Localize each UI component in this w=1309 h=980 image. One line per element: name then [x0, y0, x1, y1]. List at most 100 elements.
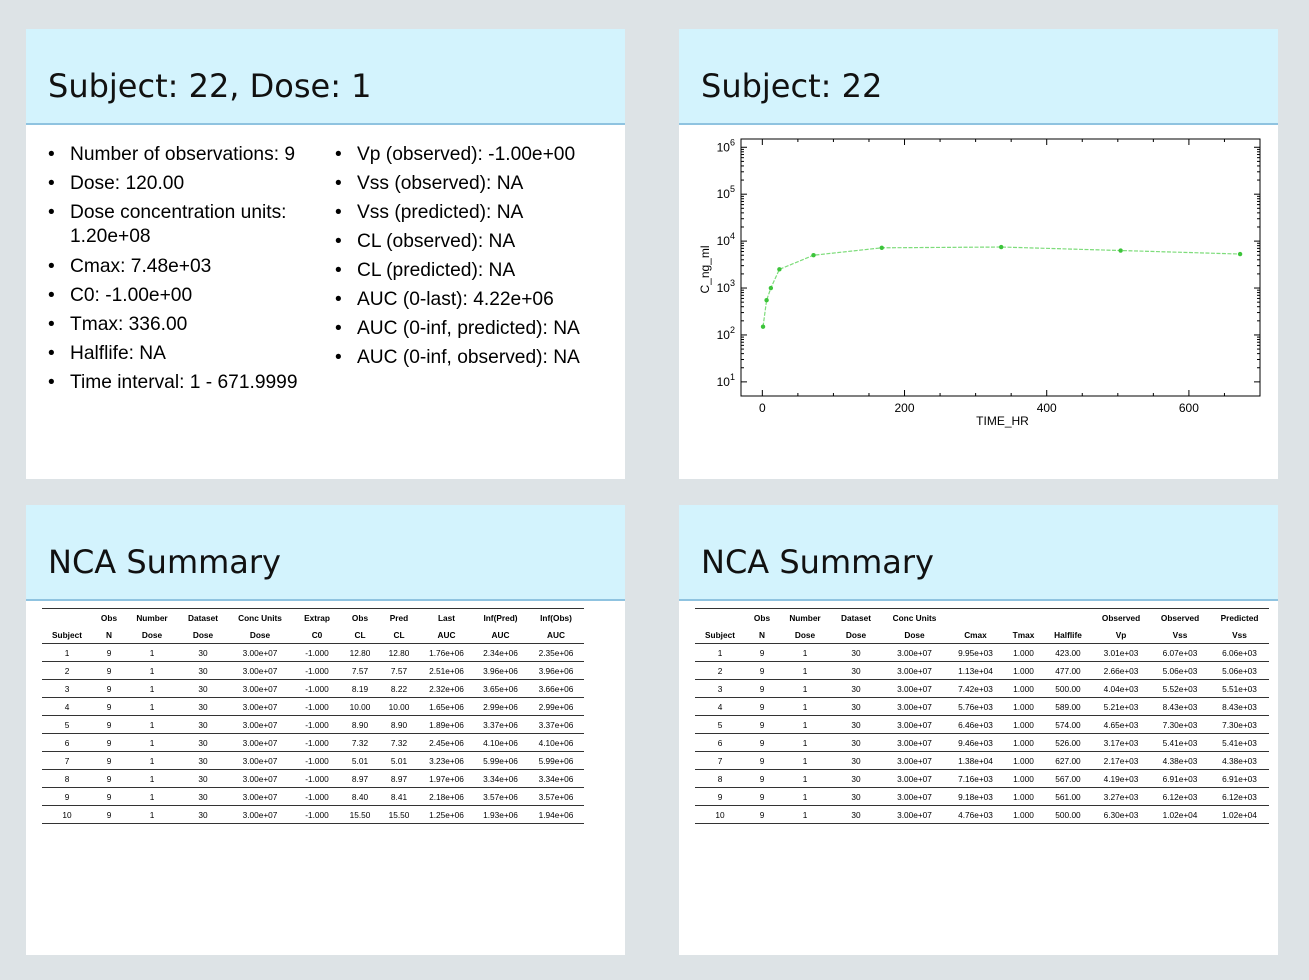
column-header: Last [420, 608, 473, 626]
column-header: AUC [420, 626, 473, 644]
table-cell: 9 [745, 787, 779, 806]
column-header: Dose [831, 626, 881, 644]
plot-frame [740, 138, 1261, 397]
table-cell: 1 [126, 697, 178, 716]
table-cell: 30 [178, 661, 228, 680]
table-cell: 30 [178, 697, 228, 716]
table-cell: 6.07e+03 [1150, 643, 1210, 662]
table-cell: 3 [42, 679, 92, 698]
table-cell: 3.96e+06 [528, 661, 584, 680]
table-row: 6 9 1 30 3.00e+07 -1.000 7.32 7.32 2.45e+06 4.10e… [42, 733, 584, 752]
table-cell: 1.97e+06 [420, 769, 473, 788]
table-cell: 3.00e+07 [228, 769, 292, 788]
table-cell: 15.50 [378, 805, 420, 824]
table-cell: 4.19e+03 [1092, 769, 1150, 788]
table-header-row: Obs Number Dataset Conc Units Extrap Obs Pred L… [42, 608, 584, 626]
column-header [1044, 608, 1092, 626]
table-cell: 3.00e+07 [228, 679, 292, 698]
table-row: 1 9 1 30 3.00e+07 -1.000 12.80 12.80 1.76e+06 2.3… [42, 643, 584, 662]
table-cell: 6.30e+03 [1092, 805, 1150, 824]
table-cell: 3.00e+07 [881, 679, 948, 698]
table-cell: 10 [695, 805, 745, 824]
table-cell: 10.00 [378, 697, 420, 716]
table-row: 2 9 1 30 3.00e+07 -1.000 7.57 7.57 2.51e+06 3.96e… [42, 661, 584, 680]
table-cell: 1 [779, 787, 831, 806]
table-cell: 6 [42, 733, 92, 752]
nca-table-container: Obs Number Dataset Conc Units Observed Observ… [695, 608, 1269, 824]
column-header: Obs [92, 608, 126, 626]
table-cell: 1.94e+06 [528, 805, 584, 824]
table-row: 3 9 1 30 3.00e+07 -1.000 8.19 8.22 2.32e+06 3.65e… [42, 679, 584, 698]
table-cell: 477.00 [1044, 661, 1092, 680]
table-cell: 2.18e+06 [420, 787, 473, 806]
table-cell: 1 [126, 715, 178, 734]
table-row: 7 9 1 30 3.00e+07 -1.000 5.01 5.01 3.23e+06 5.99e… [42, 751, 584, 770]
table-cell: 9 [92, 697, 126, 716]
column-header: AUC [528, 626, 584, 644]
column-header: Inf(Pred) [473, 608, 528, 626]
table-cell: 5.01 [342, 751, 378, 770]
table-cell: 8.90 [378, 715, 420, 734]
table-cell: 12.80 [342, 643, 378, 662]
column-header: CL [378, 626, 420, 644]
table-cell: 1 [779, 769, 831, 788]
column-header: Conc Units [881, 608, 948, 626]
table-cell: 1.93e+06 [473, 805, 528, 824]
table-cell: 1.02e+04 [1150, 805, 1210, 824]
table-cell: 2.66e+03 [1092, 661, 1150, 680]
table-row: 5 9 1 30 3.00e+07 6.46e+03 1.000 574.00 4.65e+03… [695, 715, 1269, 734]
table-cell: 2.35e+06 [528, 643, 584, 662]
table-cell: 1 [779, 661, 831, 680]
column-header: Vp [1092, 626, 1150, 644]
table-cell: 3.37e+06 [473, 715, 528, 734]
table-cell: 9 [42, 787, 92, 806]
table-cell: 3.34e+06 [528, 769, 584, 788]
column-header: Vss [1150, 626, 1210, 644]
slide-nca-summary-1: NCA Summary Obs Number Dataset Conc Units Ex… [26, 505, 625, 955]
table-cell: 3 [695, 679, 745, 698]
table-cell: 627.00 [1044, 751, 1092, 770]
table-cell: 6.12e+03 [1210, 787, 1269, 806]
table-cell: 30 [831, 643, 881, 662]
table-cell: 1.000 [1003, 787, 1044, 806]
column-header: Number [126, 608, 178, 626]
table-cell: 1 [779, 733, 831, 752]
table-cell: -1.000 [292, 661, 342, 680]
column-header: Extrap [292, 608, 342, 626]
table-cell: 6.91e+03 [1150, 769, 1210, 788]
bullet-list: Number of observations: 9Dose: 120.00 Dos… [48, 140, 333, 397]
slide-title: NCA Summary [701, 543, 934, 581]
table-cell: 500.00 [1044, 679, 1092, 698]
data-point [811, 253, 816, 258]
table-cell: 3.01e+03 [1092, 643, 1150, 662]
slide-title: Subject: 22, Dose: 1 [48, 67, 372, 105]
slide-header: NCA Summary [679, 505, 1278, 601]
table-cell: 3.96e+06 [473, 661, 528, 680]
table-cell: 30 [831, 679, 881, 698]
table-cell: 1 [695, 643, 745, 662]
table-cell: 30 [178, 751, 228, 770]
table-row: 8 9 1 30 3.00e+07 -1.000 8.97 8.97 1.97e+06 3.34e… [42, 769, 584, 788]
table-cell: 9.18e+03 [948, 787, 1003, 806]
column-header: Halflife [1044, 626, 1092, 644]
table-cell: 3.00e+07 [881, 769, 948, 788]
table-cell: 15.50 [342, 805, 378, 824]
slide-title: NCA Summary [48, 543, 281, 581]
data-point [999, 244, 1004, 250]
table-cell: 9 [92, 769, 126, 788]
table-cell: 8.90 [342, 715, 378, 734]
table-cell: 5.41e+03 [1150, 733, 1210, 752]
table-cell: 7.57 [342, 661, 378, 680]
table-cell: -1.000 [292, 643, 342, 662]
table-cell: 2.17e+03 [1092, 751, 1150, 770]
table-cell: 1.02e+04 [1210, 805, 1269, 824]
table-cell: 1.89e+06 [420, 715, 473, 734]
table-cell: 9 [745, 679, 779, 698]
x-tick-label: 600 [1179, 401, 1199, 415]
table-cell: 5.99e+06 [473, 751, 528, 770]
table-cell: 3.65e+06 [473, 679, 528, 698]
table-cell: -1.000 [292, 787, 342, 806]
x-tick-label: 200 [895, 401, 915, 415]
data-point [1237, 251, 1243, 257]
table-cell: 30 [831, 787, 881, 806]
